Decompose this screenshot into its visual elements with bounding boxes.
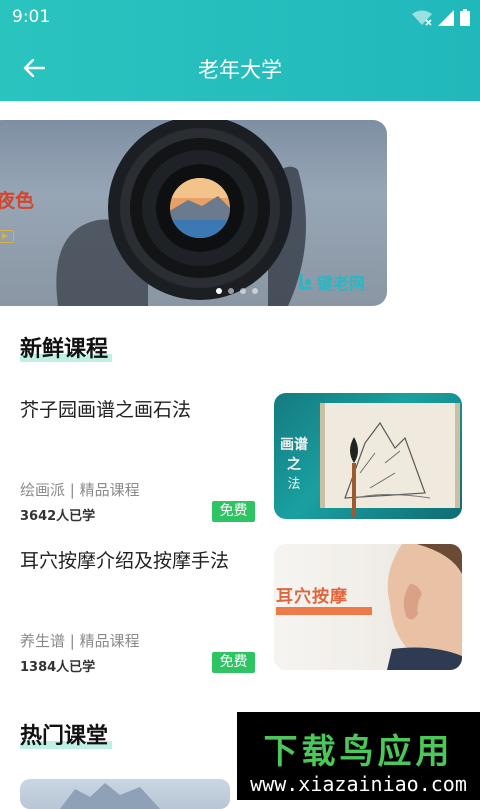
- course-learners: 1384人已学: [20, 660, 96, 675]
- brand-label: 键老网: [316, 274, 365, 293]
- signal-icon: [438, 10, 454, 26]
- watermark-url: www.xiazainiao.com: [250, 772, 467, 796]
- brand-logo-icon: [299, 274, 311, 290]
- carousel-dot[interactable]: [252, 288, 258, 294]
- thumbnail-caption: 耳穴按摩: [276, 587, 348, 607]
- thumbnail-subtitle-bar: [276, 607, 372, 615]
- thumbnail-caption: 画谱之 法: [280, 437, 308, 492]
- course-thumbnail: 耳穴按摩: [274, 544, 462, 670]
- banner-caption: 夜色: [0, 190, 35, 212]
- course-thumbnail: 画谱之 法: [274, 393, 462, 519]
- page-title: 老年大学: [198, 58, 282, 82]
- watermark-banner: 下载鸟应用 www.xiazainiao.com: [237, 712, 480, 800]
- section-title-hot: 热门课堂: [20, 718, 112, 750]
- wifi-icon: [412, 10, 432, 26]
- carousel-dot[interactable]: [240, 288, 246, 294]
- battery-icon: [460, 9, 470, 26]
- title-bar: 老年大学: [0, 34, 480, 101]
- brush-icon: [350, 437, 358, 517]
- painting-scroll-image: [320, 403, 460, 508]
- banner-brand: 键老网: [298, 270, 365, 294]
- course-title: 耳穴按摩介绍及按摩手法: [20, 550, 230, 572]
- course-meta: 养生谱 | 精品课程: [20, 632, 140, 650]
- play-icon: [0, 230, 14, 243]
- status-time: 9:01: [12, 7, 51, 27]
- carousel-dot[interactable]: [228, 288, 234, 294]
- watermark-title: 下载鸟应用: [263, 732, 454, 772]
- status-icons: [412, 8, 470, 26]
- ear-model-image: [387, 544, 462, 670]
- course-meta: 绘画派 | 精品课程: [20, 481, 140, 499]
- hot-course-thumbnail[interactable]: [20, 779, 230, 809]
- carousel-dot[interactable]: [216, 288, 222, 294]
- carousel-indicator: [216, 288, 258, 294]
- course-card[interactable]: 耳穴按摩介绍及按摩手法 养生谱 | 精品课程 1384人已学 免费 耳穴按摩: [0, 544, 480, 676]
- free-badge: 免费: [212, 652, 255, 673]
- course-card[interactable]: 芥子园画谱之画石法 绘画派 | 精品课程 3642人已学 免费 画谱之 法: [0, 393, 480, 525]
- banner-carousel[interactable]: 夜色 键老网: [0, 120, 387, 306]
- course-title: 芥子园画谱之画石法: [20, 399, 192, 421]
- section-title-fresh: 新鲜课程: [20, 331, 112, 363]
- course-learners: 3642人已学: [20, 509, 96, 524]
- status-bar: 9:01: [0, 0, 480, 34]
- app-header-bar: 9:01 老年大学: [0, 0, 480, 101]
- free-badge: 免费: [212, 501, 255, 522]
